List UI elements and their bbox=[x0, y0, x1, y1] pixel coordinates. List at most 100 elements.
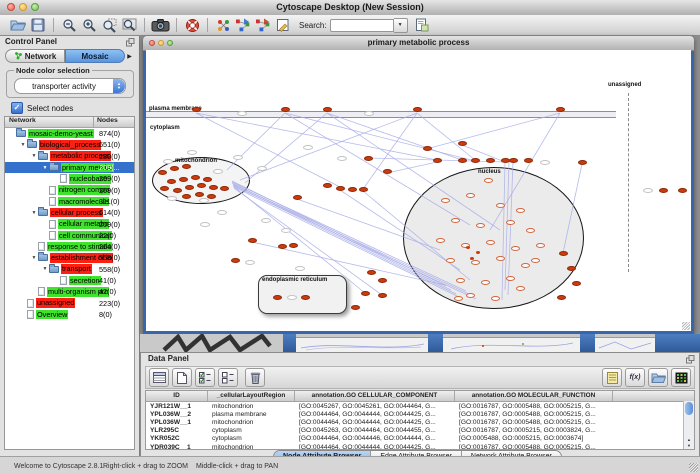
attribute-report-icon[interactable] bbox=[602, 368, 622, 387]
graph-label-node[interactable] bbox=[643, 188, 653, 193]
graph-label-node[interactable] bbox=[281, 228, 291, 233]
tree-row-secretion[interactable]: secretion41(0) bbox=[5, 275, 134, 286]
graph-node-selected[interactable] bbox=[273, 295, 282, 300]
new-attribute-icon[interactable] bbox=[172, 368, 192, 387]
graph-label-node[interactable] bbox=[337, 156, 347, 161]
graph-node-selected[interactable] bbox=[351, 305, 360, 310]
select-attributes-icon[interactable] bbox=[149, 368, 169, 387]
graph-label-node[interactable] bbox=[237, 111, 247, 116]
graph-node[interactable] bbox=[481, 280, 490, 285]
annotation-icon[interactable] bbox=[274, 16, 292, 34]
graph-node-selected[interactable] bbox=[207, 194, 216, 199]
graph-node[interactable] bbox=[446, 258, 455, 263]
graph-node-selected[interactable] bbox=[203, 177, 212, 182]
graph-node-selected[interactable] bbox=[458, 141, 467, 146]
graph-node-selected[interactable] bbox=[383, 169, 392, 174]
graph-node-selected[interactable] bbox=[170, 166, 179, 171]
background-window-fragment[interactable] bbox=[443, 337, 580, 352]
float-panel-icon[interactable] bbox=[686, 355, 695, 366]
layout-icon[interactable] bbox=[214, 16, 232, 34]
help-lifering-icon[interactable] bbox=[183, 16, 201, 34]
table-row[interactable]: YLR295Ccytoplasm[GO:0045263, GO:0044464,… bbox=[146, 427, 694, 435]
tree-row-biological-process[interactable]: ▼biological_process651(0) bbox=[5, 139, 134, 150]
graph-node-selected[interactable] bbox=[413, 107, 422, 112]
graph-node-selected[interactable] bbox=[185, 185, 194, 190]
select-all-attributes-icon[interactable] bbox=[195, 368, 215, 387]
graph-label-node[interactable] bbox=[233, 155, 243, 160]
scrollbar-thumb[interactable] bbox=[685, 402, 693, 415]
graph-node-selected[interactable] bbox=[361, 291, 370, 296]
graph-node-selected[interactable] bbox=[524, 158, 533, 163]
tree-row-cellular-metabo[interactable]: cellular metabo209(0) bbox=[5, 218, 134, 229]
formula-builder-icon[interactable]: f(x) bbox=[625, 368, 645, 387]
graph-node-selected[interactable] bbox=[557, 295, 566, 300]
minimize-button[interactable] bbox=[19, 3, 27, 11]
graph-node[interactable] bbox=[486, 240, 495, 245]
graph-node-selected[interactable] bbox=[293, 195, 302, 200]
open-session-icon[interactable] bbox=[9, 16, 27, 34]
column-header-cellular-component[interactable]: annotation.GO CELLULAR_COMPONENT bbox=[295, 391, 455, 401]
graph-node-selected[interactable] bbox=[209, 185, 218, 190]
graph-node[interactable] bbox=[466, 293, 475, 298]
graph-label-node[interactable] bbox=[303, 145, 313, 150]
background-window-edge[interactable] bbox=[428, 334, 443, 352]
tree-row-establishment-of-lo[interactable]: ▼establishment of lo558(0) bbox=[5, 252, 134, 263]
graph-node[interactable] bbox=[526, 228, 535, 233]
tree-row-macromolecule[interactable]: macromolecule311(0) bbox=[5, 196, 134, 207]
graph-node[interactable] bbox=[476, 251, 480, 254]
tree-row-cellular-process[interactable]: ▼cellular process614(0) bbox=[5, 207, 134, 218]
graph-node-selected[interactable] bbox=[289, 243, 298, 248]
tree-row-response-to-stimulu[interactable]: response to stimulu264(0) bbox=[5, 241, 134, 252]
graph-label-node[interactable] bbox=[257, 166, 267, 171]
network-canvas[interactable]: plasma membrane cytoplasm mitochondrion … bbox=[146, 50, 691, 331]
graph-label-node[interactable] bbox=[217, 210, 227, 215]
graph-node[interactable] bbox=[454, 296, 463, 301]
background-window-fragment[interactable] bbox=[296, 337, 428, 352]
graph-node-selected[interactable] bbox=[323, 107, 332, 112]
graph-node-selected[interactable] bbox=[559, 251, 568, 256]
graph-node[interactable] bbox=[516, 208, 525, 213]
view-zoom-button[interactable] bbox=[167, 40, 173, 46]
expand-arrow-icon[interactable]: ▼ bbox=[41, 266, 49, 272]
graph-node-selected[interactable] bbox=[278, 244, 287, 249]
graph-node-selected[interactable] bbox=[182, 194, 191, 199]
graph-label-node[interactable] bbox=[187, 150, 197, 155]
graph-node[interactable] bbox=[521, 263, 530, 268]
tree-row-overview[interactable]: Overview8(0) bbox=[5, 309, 134, 320]
column-header-id[interactable]: ID bbox=[146, 391, 208, 401]
zoom-in-icon[interactable] bbox=[80, 16, 98, 34]
background-window-edge[interactable] bbox=[580, 334, 595, 352]
table-row[interactable]: YPL036W__1mitochondrion[GO:0044464, GO:0… bbox=[146, 418, 694, 426]
network-view-titlebar[interactable]: primary metabolic process bbox=[143, 36, 694, 51]
graph-node[interactable] bbox=[531, 258, 540, 263]
graph-node-selected[interactable] bbox=[556, 107, 565, 112]
graph-node-selected[interactable] bbox=[678, 188, 687, 193]
graph-node-selected[interactable] bbox=[572, 281, 581, 286]
tree-row-cell-communicat[interactable]: cell communicat22(0) bbox=[5, 230, 134, 241]
new-network-view-icon[interactable] bbox=[254, 16, 272, 34]
tree-row-multi-organism-pro[interactable]: multi-organism pro42(0) bbox=[5, 286, 134, 297]
snapshot-camera-icon[interactable] bbox=[151, 16, 170, 34]
tree-row-mosaic-demo-yeast[interactable]: mosaic-demo-yeast874(0) bbox=[5, 128, 134, 139]
zoom-button[interactable] bbox=[31, 3, 39, 11]
graph-node-selected[interactable] bbox=[192, 107, 201, 112]
graph-node[interactable] bbox=[466, 246, 470, 249]
graph-label-node[interactable] bbox=[261, 218, 271, 223]
reindex-network-icon[interactable] bbox=[413, 16, 431, 34]
column-header-region[interactable]: _cellularLayoutRegion bbox=[208, 391, 295, 401]
graph-label-node[interactable] bbox=[295, 266, 305, 271]
graph-label-node[interactable] bbox=[200, 222, 210, 227]
graph-label-node[interactable] bbox=[163, 159, 173, 164]
zoom-out-icon[interactable] bbox=[60, 16, 78, 34]
graph-node-selected[interactable] bbox=[458, 158, 467, 163]
graph-node-selected[interactable] bbox=[423, 146, 432, 151]
more-tabs-arrow[interactable]: ▶ bbox=[125, 49, 134, 63]
graph-node-selected[interactable] bbox=[486, 158, 495, 163]
graph-node[interactable] bbox=[476, 223, 485, 228]
scroll-down-arrow[interactable]: ▼ bbox=[684, 443, 694, 449]
tree-row-nitrogen-compo[interactable]: nitrogen compo209(0) bbox=[5, 184, 134, 195]
graph-node-selected[interactable] bbox=[378, 293, 387, 298]
graph-node[interactable] bbox=[511, 246, 520, 251]
expand-arrow-icon[interactable]: ▼ bbox=[19, 142, 27, 148]
graph-node-selected[interactable] bbox=[471, 158, 480, 163]
